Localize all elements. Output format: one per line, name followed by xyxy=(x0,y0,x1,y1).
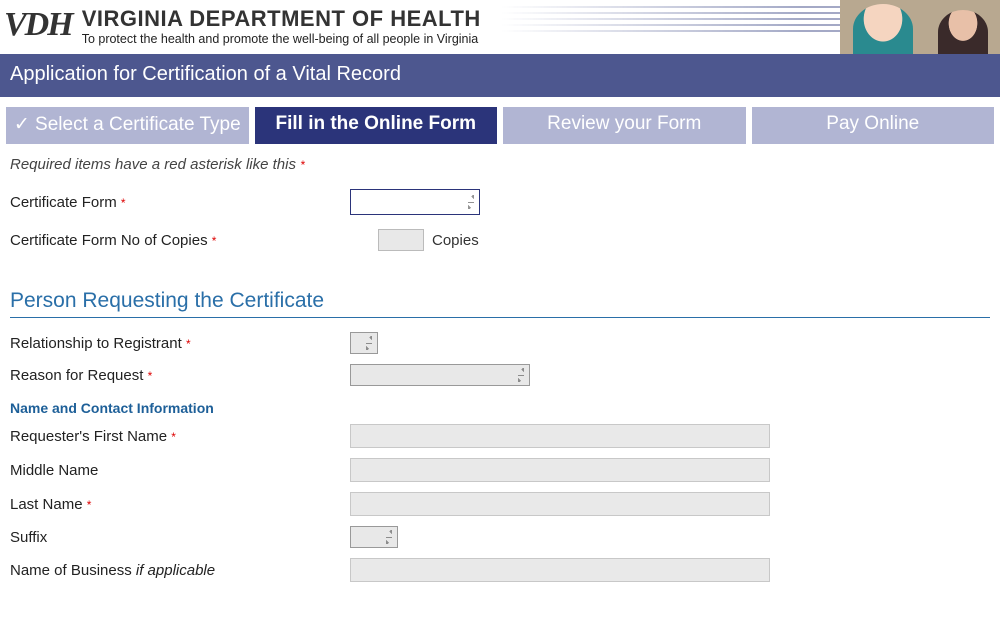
row-certificate-form: Certificate Form * xyxy=(10,189,990,215)
label-certificate-form: Certificate Form * xyxy=(10,194,350,211)
asterisk-icon: * xyxy=(121,196,126,210)
step-pay[interactable]: Pay Online xyxy=(752,107,995,144)
label-text: Certificate Form xyxy=(10,194,117,211)
row-last-name: Last Name * xyxy=(10,492,990,516)
required-hint: Required items have a red asterisk like … xyxy=(10,156,990,173)
step-review[interactable]: Review your Form xyxy=(503,107,746,144)
asterisk-icon: * xyxy=(300,158,305,172)
copies-unit: Copies xyxy=(432,232,479,249)
site-header: VDH VIRGINIA DEPARTMENT OF HEALTH To pro… xyxy=(0,0,1000,54)
label-business: Name of Business if applicable xyxy=(10,562,350,579)
label-copies: Certificate Form No of Copies * xyxy=(10,232,350,249)
logo: VDH xyxy=(4,6,72,44)
row-business: Name of Business if applicable xyxy=(10,558,990,582)
relationship-select[interactable] xyxy=(350,332,378,354)
asterisk-icon: * xyxy=(212,234,217,248)
baby-image xyxy=(853,4,913,54)
last-name-input[interactable] xyxy=(350,492,770,516)
asterisk-icon: * xyxy=(87,498,92,512)
tagline: To protect the health and promote the we… xyxy=(82,32,481,46)
form-content: Required items have a red asterisk like … xyxy=(0,144,1000,612)
first-name-input[interactable] xyxy=(350,424,770,448)
asterisk-icon: * xyxy=(171,430,176,444)
department-name: VIRGINIA DEPARTMENT OF HEALTH xyxy=(82,6,481,32)
row-first-name: Requester's First Name * xyxy=(10,424,990,448)
label-text: Certificate Form No of Copies xyxy=(10,232,208,249)
certificate-form-select[interactable] xyxy=(350,189,480,215)
page-title: Application for Certification of a Vital… xyxy=(0,54,1000,97)
header-photo xyxy=(840,0,1000,54)
wizard-steps: Select a Certificate Type Fill in the On… xyxy=(0,97,1000,144)
row-copies: Certificate Form No of Copies * Copies xyxy=(10,229,990,251)
reason-select[interactable] xyxy=(350,364,530,386)
header-text: VIRGINIA DEPARTMENT OF HEALTH To protect… xyxy=(82,6,481,46)
label-text: Requester's First Name xyxy=(10,428,167,445)
label-reason: Reason for Request * xyxy=(10,367,350,384)
row-suffix: Suffix xyxy=(10,526,990,548)
copies-input[interactable] xyxy=(378,229,424,251)
label-suffix: Suffix xyxy=(10,529,350,546)
label-relationship: Relationship to Registrant * xyxy=(10,335,350,352)
section-requester-heading: Person Requesting the Certificate xyxy=(10,289,990,318)
label-text: Relationship to Registrant xyxy=(10,335,182,352)
label-text: Name of Business xyxy=(10,562,136,579)
suffix-select[interactable] xyxy=(350,526,398,548)
label-last-name: Last Name * xyxy=(10,496,350,513)
subheading-contact: Name and Contact Information xyxy=(10,400,990,416)
asterisk-icon: * xyxy=(148,369,153,383)
label-first-name: Requester's First Name * xyxy=(10,428,350,445)
adult-image xyxy=(938,10,988,54)
step-fill-form[interactable]: Fill in the Online Form xyxy=(255,107,498,144)
label-text: Reason for Request xyxy=(10,367,143,384)
label-middle-name: Middle Name xyxy=(10,462,350,479)
asterisk-icon: * xyxy=(186,337,191,351)
label-ital: if applicable xyxy=(136,562,215,579)
hint-text: Required items have a red asterisk like … xyxy=(10,156,300,173)
row-reason: Reason for Request * xyxy=(10,364,990,386)
row-relationship: Relationship to Registrant * xyxy=(10,332,990,354)
label-text: Last Name xyxy=(10,496,83,513)
middle-name-input[interactable] xyxy=(350,458,770,482)
row-middle-name: Middle Name xyxy=(10,458,990,482)
step-select-type[interactable]: Select a Certificate Type xyxy=(6,107,249,144)
business-input[interactable] xyxy=(350,558,770,582)
